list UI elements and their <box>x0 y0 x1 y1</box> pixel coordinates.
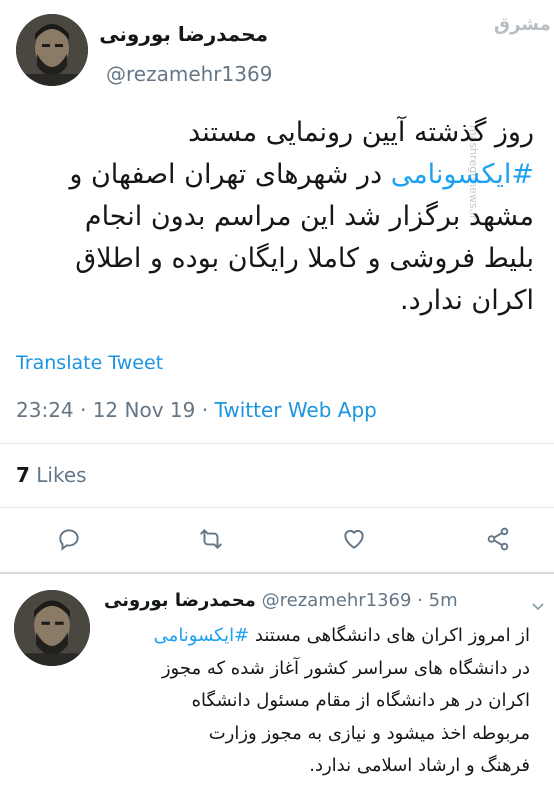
reply-line-3: اکران در هر دانشگاه از مقام مسئول دانشگا… <box>191 690 530 711</box>
tweet-line-1: روز گذشته آیین رونمایی مستند <box>188 117 534 148</box>
avatar-photo <box>14 590 90 666</box>
tweet-line-4: بلیط فروشی و کاملا رایگان بوده و اطلاق <box>75 243 534 274</box>
likes-count: 7 <box>16 463 30 487</box>
author-avatar[interactable] <box>16 14 88 86</box>
reply-line-1: از امروز اکران های دانشگاهی مستند #ایکسو… <box>100 620 530 653</box>
reply-line-5: فرهنگ و ارشاد اسلامی ندارد. <box>309 755 530 776</box>
hashtag-link[interactable]: #ایکسونامی <box>391 159 534 190</box>
reply-header: محمدرضا بورونی @rezamehr1369 · 5m <box>104 590 534 611</box>
retweet-icon <box>200 529 222 549</box>
divider <box>0 443 554 444</box>
reply-button[interactable] <box>56 526 82 552</box>
reply-author-name[interactable]: محمدرضا بورونی <box>104 590 256 611</box>
divider <box>0 507 554 508</box>
tweet-line-3: مشهد برگزار شد این مراسم بدون انجام <box>84 201 534 232</box>
share-button[interactable] <box>485 526 511 552</box>
reply-line-2: در دانشگاه های سراسر کشور آغاز شده که مج… <box>161 657 530 679</box>
reply-author-avatar[interactable] <box>14 590 90 666</box>
likes-stat[interactable]: 7 Likes <box>16 463 87 487</box>
watermark-logo: مشرق <box>494 14 551 35</box>
tweet-source-link[interactable]: Twitter Web App <box>214 398 376 422</box>
reply-line-1-text: از امروز اکران های دانشگاهی مستند <box>249 625 530 646</box>
tweet-line-2-text: در شهرهای تهران اصفهان و <box>69 159 391 190</box>
divider <box>0 572 554 574</box>
tweet-timestamp[interactable]: 23:24 · 12 Nov 19 · <box>16 398 214 422</box>
share-icon <box>487 527 509 551</box>
likes-label: Likes <box>29 463 87 487</box>
reply-icon <box>59 529 79 551</box>
reply-text: از امروز اکران های دانشگاهی مستند #ایکسو… <box>100 620 530 783</box>
translate-tweet-link[interactable]: Translate Tweet <box>16 352 163 374</box>
reply-hashtag-link[interactable]: #ایکسونامی <box>154 625 250 646</box>
reply-line-4: مربوطه اخذ میشود و نیازی به مجوز وزارت <box>208 722 530 744</box>
tweet-line-5: اکران ندارد. <box>400 285 534 316</box>
tweet-metadata: 23:24 · 12 Nov 19 · Twitter Web App <box>16 398 377 422</box>
tweet-line-2: #ایکسونامی در شهرهای تهران اصفهان و <box>14 154 534 196</box>
retweet-button[interactable] <box>198 526 224 552</box>
chevron-down-icon <box>532 603 544 611</box>
reply-handle-time[interactable]: @rezamehr1369 · 5m <box>262 590 458 611</box>
reply-menu-button[interactable] <box>532 596 544 615</box>
avatar-photo <box>16 14 88 86</box>
tweet-text: روز گذشته آیین رونمایی مستند #ایکسونامی … <box>14 112 534 322</box>
author-handle[interactable]: @rezamehr1369 <box>106 62 272 86</box>
like-icon <box>344 529 364 549</box>
like-button[interactable] <box>341 526 367 552</box>
author-name[interactable]: محمدرضا بورونی <box>99 22 268 46</box>
